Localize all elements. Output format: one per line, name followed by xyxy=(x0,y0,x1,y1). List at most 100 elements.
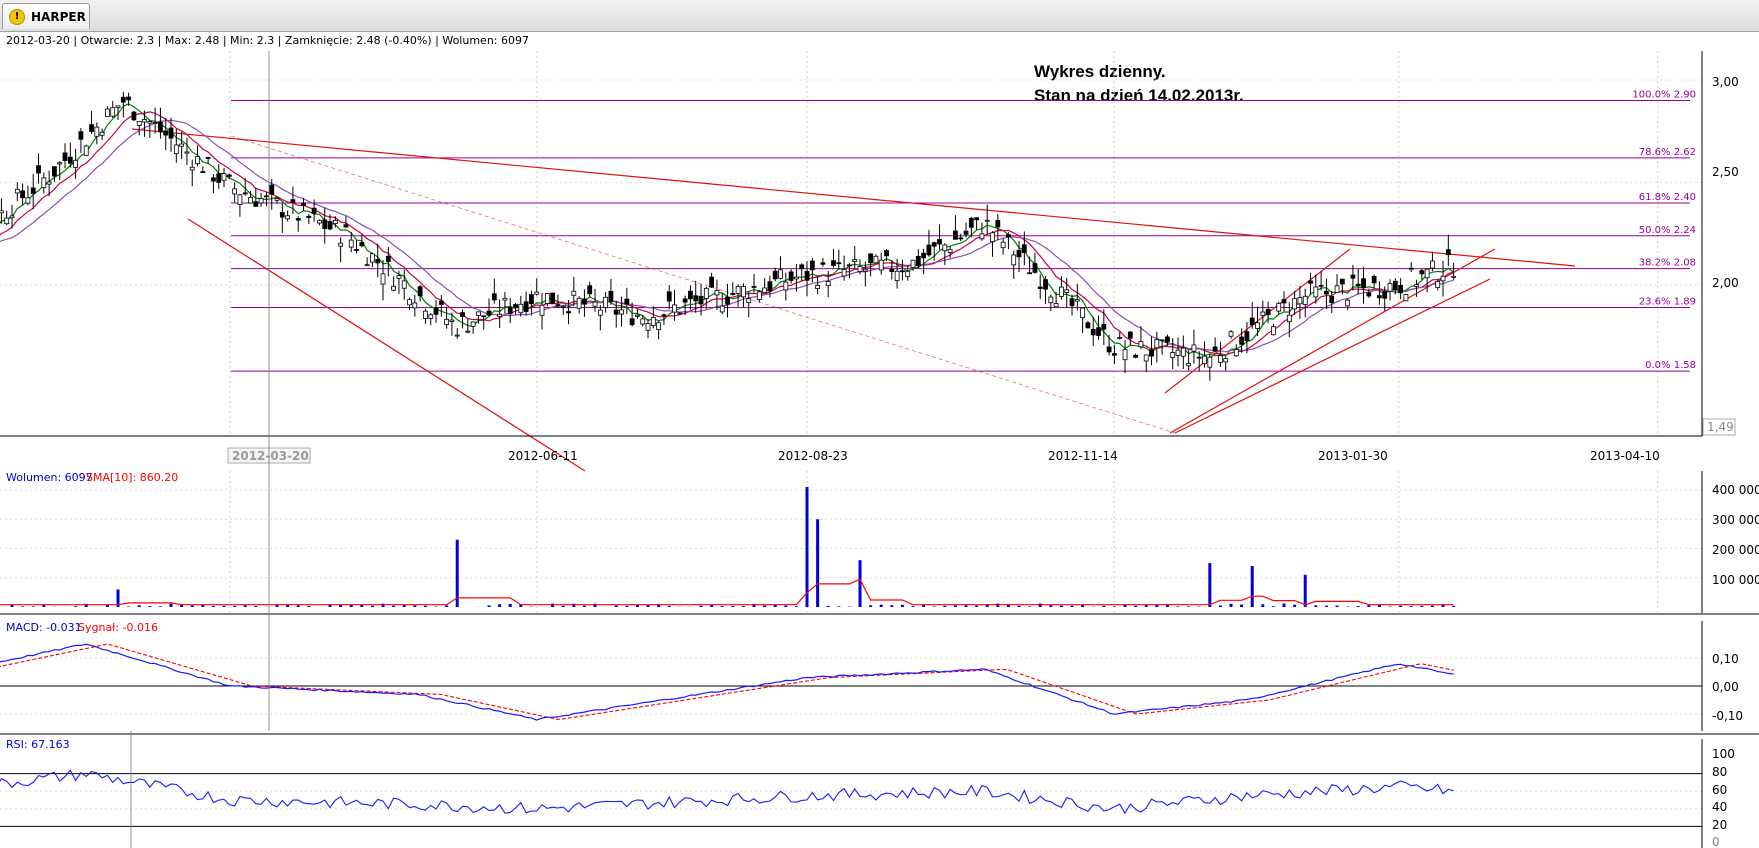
macd-panel[interactable]: MACD: -0.031 Sygnał: -0.016 0,10 0,00 -0… xyxy=(0,621,1743,731)
x-tick-5: 2013-04-10 xyxy=(1590,449,1660,463)
candle-body xyxy=(772,270,778,280)
candle-body xyxy=(1159,339,1165,342)
candle-body xyxy=(937,239,942,245)
candle-body xyxy=(1074,299,1080,302)
volume-bar xyxy=(498,604,502,607)
candle-body xyxy=(1154,339,1160,349)
trendline xyxy=(230,135,1176,434)
candle-body xyxy=(921,252,927,259)
candle-body xyxy=(57,162,63,165)
volume-bar xyxy=(794,606,798,607)
candle-body xyxy=(211,177,216,182)
candle-body xyxy=(597,309,603,316)
rsi-y-tick-6: 0 xyxy=(1712,835,1720,848)
candle-body xyxy=(1249,317,1255,326)
volume-bar xyxy=(1102,605,1106,607)
candle-body xyxy=(645,323,651,331)
x-tick-2: 2012-08-23 xyxy=(778,449,848,463)
volume-bar xyxy=(127,606,131,607)
candle-body xyxy=(746,298,752,304)
volume-y-tick-2: 300 000 xyxy=(1712,513,1759,527)
candle-body xyxy=(1414,284,1419,287)
candle-body xyxy=(1106,346,1112,353)
rsi-line xyxy=(0,769,1454,815)
volume-bar xyxy=(763,605,767,607)
volume-bar xyxy=(21,606,25,607)
candle-body xyxy=(1170,352,1176,358)
volume-bar xyxy=(1049,605,1053,607)
candle-body xyxy=(788,271,794,281)
volume-bar xyxy=(646,605,650,607)
candle-body xyxy=(1085,322,1091,329)
candle-body xyxy=(126,96,132,101)
candle-body xyxy=(205,157,211,159)
candle-body xyxy=(264,195,269,198)
volume-bar xyxy=(1314,605,1318,607)
candle-body xyxy=(25,197,31,204)
candle-body xyxy=(1355,283,1361,287)
candle-body xyxy=(990,232,995,243)
candle-body xyxy=(576,297,582,309)
candle-body xyxy=(1133,354,1139,358)
candle-body xyxy=(1387,283,1393,292)
rsi-panel[interactable]: RSI: 67.163 100 80 60 40 20 0 xyxy=(0,738,1735,848)
chart-area[interactable]: 2012-03-20 | Otwarcie: 2.3 | Max: 2.48 |… xyxy=(0,31,1759,848)
candle-body xyxy=(1350,274,1356,279)
candle-body xyxy=(1286,314,1292,323)
candle-body xyxy=(433,307,439,315)
candle-body xyxy=(454,334,460,337)
candle-body xyxy=(200,171,206,173)
candle-body xyxy=(99,131,105,136)
candle-body xyxy=(910,259,916,268)
volume-bar xyxy=(1017,605,1021,607)
candle-body xyxy=(253,201,259,207)
volume-panel[interactable]: Wolumen: 6097 SMA[10]: 860.20 400 000 30… xyxy=(0,471,1759,613)
candle-body xyxy=(1069,298,1075,307)
candle-body xyxy=(1403,294,1409,302)
candle-body xyxy=(656,322,662,331)
candle-body xyxy=(529,294,534,305)
volume-bar xyxy=(392,605,396,607)
candle-body xyxy=(152,122,158,124)
candle-body xyxy=(613,309,619,315)
candle-body xyxy=(624,298,630,305)
candle-body xyxy=(1445,249,1451,256)
volume-bar xyxy=(890,605,894,607)
volume-bar xyxy=(1187,606,1191,607)
candle-body xyxy=(14,188,20,194)
candle-body xyxy=(534,291,540,295)
tab-harper[interactable]: ! HARPER xyxy=(2,3,90,29)
volume-bar xyxy=(307,606,311,607)
candle-body xyxy=(974,217,980,221)
candle-body xyxy=(767,281,773,292)
cursor-date-label: 2012-03-20 xyxy=(232,449,309,463)
volume-bar xyxy=(667,605,671,607)
candle-body xyxy=(0,210,4,214)
x-tick-4: 2013-01-30 xyxy=(1318,449,1388,463)
candle-body xyxy=(1207,356,1213,368)
candle-body xyxy=(359,242,365,247)
price-panel[interactable]: 2012-03-20 | Otwarcie: 2.3 | Max: 2.48 |… xyxy=(0,34,1739,472)
candle-body xyxy=(168,127,174,139)
volume-bar xyxy=(1250,566,1254,607)
candle-body xyxy=(1345,299,1351,307)
candle-body xyxy=(682,298,688,303)
candle-body xyxy=(1244,331,1250,341)
candle-body xyxy=(1308,280,1313,284)
candle-body xyxy=(481,315,487,318)
candle-body xyxy=(1366,292,1372,297)
candle-body xyxy=(915,255,921,267)
candle-body xyxy=(491,293,497,301)
candle-body xyxy=(794,276,799,280)
candle-body xyxy=(311,207,317,214)
candle-body xyxy=(295,217,301,221)
candle-body xyxy=(889,268,895,272)
fib-label: 38.2% 2.08 xyxy=(1639,258,1696,269)
candle-body xyxy=(1180,347,1186,357)
candle-body xyxy=(444,318,450,325)
candle-body xyxy=(857,266,863,272)
candle-body xyxy=(735,285,741,294)
annotation-line-2: Stan na dzień 14.02.2013r. xyxy=(1034,86,1244,105)
volume-bar xyxy=(826,605,830,607)
volume-bar xyxy=(1134,605,1138,607)
